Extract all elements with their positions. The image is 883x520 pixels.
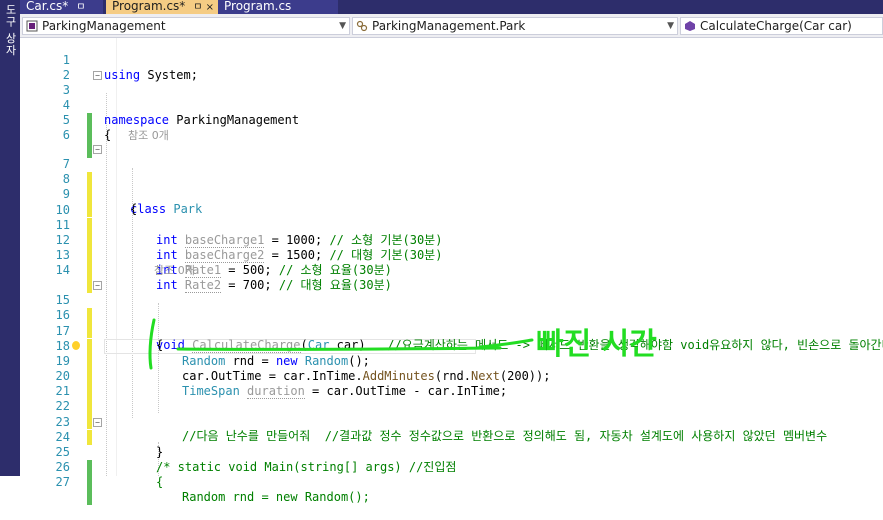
change-marker [87, 490, 92, 505]
member-name: CalculateCharge(Car car) [700, 19, 852, 33]
code-text: { [156, 475, 164, 489]
chevron-down-icon[interactable]: ▼ [667, 18, 674, 34]
toolbox-sidebar[interactable]: 도구 상자 [0, 0, 20, 476]
line-number: 27 [55, 475, 70, 489]
annotation-text: 빠진 시간 [536, 327, 657, 362]
class-icon [356, 20, 368, 32]
csharp-project-icon [26, 20, 38, 32]
annotation-underline-stroke [176, 346, 502, 351]
method-icon [685, 21, 695, 31]
toolbox-label[interactable]: 도구 상자 [2, 4, 18, 57]
project-dropdown[interactable]: ParkingManagement ▼ [22, 17, 350, 35]
class-dropdown[interactable]: ParkingManagement.Park ▼ [352, 17, 678, 35]
tab-label: Car.cs* [26, 0, 69, 13]
change-marker [87, 475, 92, 490]
tab-label: Program.cs [224, 0, 292, 13]
code-editor[interactable]: 1 using System; 2 3 − namespace ParkingM… [20, 38, 883, 505]
annotation-arrow-stroke [478, 338, 534, 349]
class-name: ParkingManagement.Park [372, 19, 526, 33]
tab-program-cs[interactable]: Program.cs [218, 0, 338, 14]
document-tab-bar: Car.cs* ㅁ Program.cs* ㅁ × Program.cs [20, 0, 883, 14]
handwritten-annotation: 빠진 시간 [148, 318, 657, 370]
annotation-bracket-stroke [148, 318, 156, 370]
member-dropdown[interactable]: CalculateCharge(Car car) [680, 17, 883, 35]
code-text: Random rnd = new Random(); [182, 490, 370, 504]
chevron-down-icon[interactable]: ▼ [339, 18, 346, 34]
navigation-bar: ParkingManagement ▼ ParkingManagement.Pa… [20, 14, 883, 38]
project-name: ParkingManagement [42, 19, 166, 33]
tab-label: Program.cs* [112, 0, 186, 13]
tab-car-cs[interactable]: Car.cs* ㅁ [20, 0, 103, 14]
close-icon[interactable]: ㅁ × [193, 2, 214, 13]
pin-icon[interactable]: ㅁ [76, 2, 85, 13]
